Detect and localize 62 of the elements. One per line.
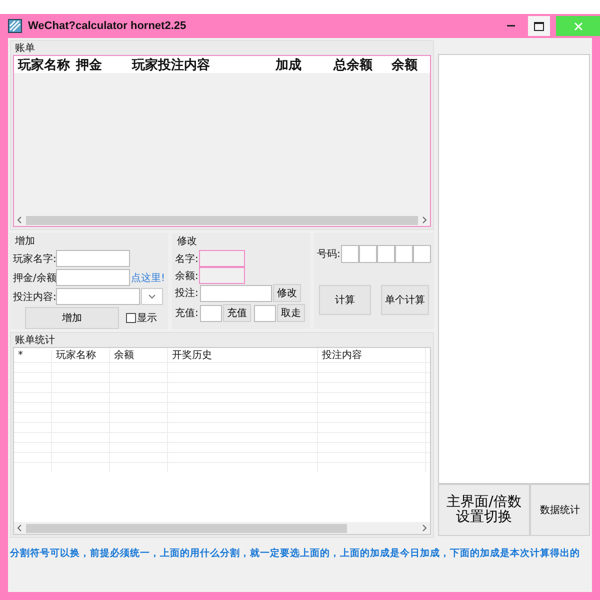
number-field[interactable] — [413, 245, 431, 263]
horizontal-scrollbar[interactable] — [14, 214, 430, 226]
column-header[interactable]: 余额 — [391, 56, 430, 74]
column-header[interactable]: * — [14, 350, 52, 360]
input-field[interactable] — [56, 269, 130, 286]
hint-text: 分割符号可以换，前提必须统一，上面的用什么分割，就一定要选上面的，上面的加成是今日加成，下面的加成是本次计算得出的 — [10, 547, 580, 561]
stats-button[interactable]: 数据统计 — [530, 484, 590, 536]
minimize-icon — [507, 25, 515, 27]
dropdown[interactable] — [141, 288, 163, 305]
column-header[interactable]: 玩家名称 — [52, 348, 110, 362]
withdraw-button[interactable]: 取走 — [277, 304, 305, 322]
field-label: 号码: — [317, 248, 341, 261]
group-title: 账单 — [14, 42, 35, 55]
checkbox-label: 显示 — [137, 312, 157, 325]
field-label: 玩家名字: — [13, 252, 55, 266]
column-header[interactable]: 总余额 — [333, 56, 392, 74]
number-field[interactable] — [359, 245, 377, 263]
column-header[interactable]: 玩家投注内容 — [132, 56, 276, 74]
column-header[interactable]: 加成 — [275, 56, 334, 74]
calculate-button[interactable]: 单个计算 — [381, 285, 429, 315]
input-field[interactable] — [254, 304, 276, 322]
window-title: WeChat?calculator hornet2.25 — [28, 20, 186, 32]
input-field[interactable] — [200, 284, 272, 302]
checkbox[interactable] — [126, 313, 136, 323]
bill-list[interactable]: 玩家名称 押金 玩家投注内容 加成 总余额 余额 — [13, 55, 431, 227]
column-header[interactable]: 玩家名称 — [18, 56, 76, 74]
column-header[interactable]: 押金 — [76, 56, 132, 74]
group-title: 修改 — [176, 235, 197, 248]
field-label: 名字: — [175, 252, 199, 266]
group-title: 增加 — [14, 234, 35, 248]
maximize-button[interactable] — [528, 16, 550, 36]
input-field[interactable] — [199, 267, 245, 284]
number-field[interactable] — [395, 245, 413, 263]
input-field[interactable] — [56, 250, 130, 267]
chevron-icon — [148, 294, 156, 299]
field-label: 押金/余额 — [13, 272, 55, 284]
recharge-button[interactable]: 充值 — [223, 304, 251, 322]
maximize-icon — [534, 22, 544, 30]
modify-button[interactable]: 修改 — [273, 284, 301, 302]
number-field[interactable] — [341, 245, 359, 263]
column-header[interactable]: 余额 — [110, 348, 168, 362]
field-label: 投注: — [175, 286, 199, 300]
field-label: 余额: — [175, 270, 199, 282]
close-icon — [574, 22, 582, 30]
number-field[interactable] — [377, 245, 395, 263]
input-field[interactable] — [199, 250, 245, 267]
column-header[interactable]: 投注内容 — [318, 348, 426, 362]
switch-button[interactable]: 主界面/倍数设置切换 — [438, 484, 530, 536]
calculate-button[interactable]: 计算 — [319, 285, 371, 315]
input-field[interactable] — [200, 304, 222, 322]
stats-table[interactable]: * 玩家名称 余额 开奖历史 投注内容 — [13, 347, 431, 535]
app-icon — [8, 19, 22, 33]
horizontal-scrollbar[interactable] — [14, 522, 430, 534]
field-label: 投注内容: — [13, 290, 55, 304]
field-label: 充值: — [175, 306, 199, 320]
column-header[interactable]: 开奖历史 — [168, 348, 318, 362]
input-field[interactable] — [56, 288, 140, 305]
close-button[interactable] — [556, 16, 600, 36]
add-button[interactable]: 增加 — [25, 307, 119, 329]
group-title: 账单统计 — [14, 334, 55, 347]
link[interactable]: 点这里! — [131, 270, 166, 284]
list-box[interactable] — [438, 54, 590, 484]
